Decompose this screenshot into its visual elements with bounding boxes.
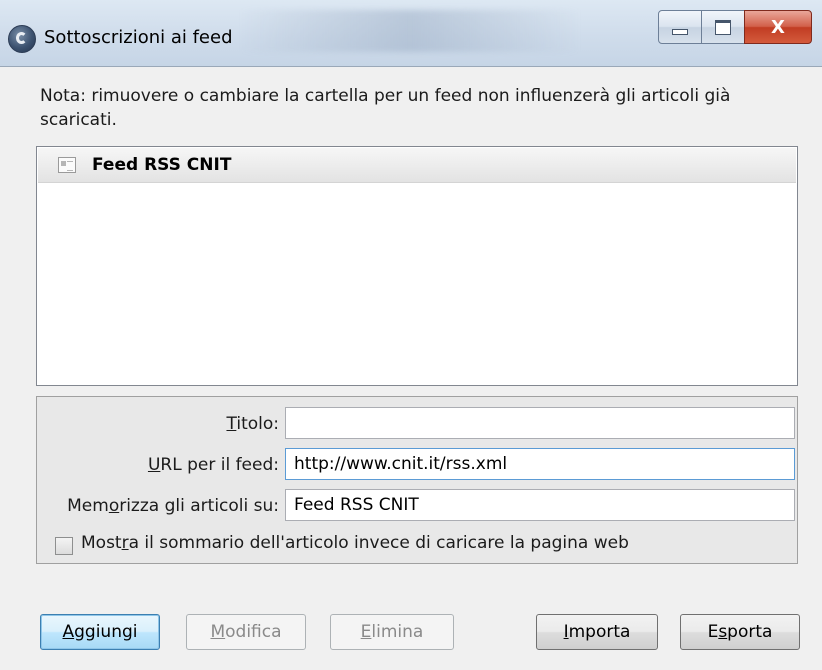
feed-folder-icon — [58, 157, 76, 173]
window-title: Sottoscrizioni ai feed — [44, 27, 233, 48]
feed-details-panel: Titolo: URL per il feed: http://www.cnit… — [36, 396, 798, 564]
title-label: Titolo: — [226, 414, 279, 434]
thunderbird-app-icon — [8, 25, 36, 53]
minimize-button[interactable] — [658, 10, 702, 44]
close-icon: X — [771, 16, 785, 38]
delete-button[interactable]: Elimina — [330, 614, 454, 650]
feed-tree[interactable]: Feed RSS CNIT — [36, 146, 798, 386]
background-window-blur — [240, 10, 580, 52]
show-summary-checkbox[interactable] — [55, 537, 73, 555]
import-button[interactable]: Importa — [536, 614, 658, 650]
store-in-label: Memorizza gli articoli su: — [67, 496, 279, 516]
title-field[interactable] — [285, 407, 795, 439]
close-button[interactable]: X — [744, 10, 812, 44]
add-button[interactable]: Aggiungi — [40, 614, 160, 650]
title-bar[interactable]: Sottoscrizioni ai feed X — [0, 0, 822, 67]
store-in-field[interactable]: Feed RSS CNIT — [285, 489, 795, 521]
feed-tree-row-label: Feed RSS CNIT — [92, 155, 232, 175]
url-label: URL per il feed: — [147, 455, 279, 475]
maximize-icon — [715, 19, 731, 35]
maximize-button[interactable] — [701, 10, 745, 44]
export-button[interactable]: Es porta — [680, 614, 800, 650]
feed-tree-row[interactable]: Feed RSS CNIT — [38, 148, 796, 183]
edit-button[interactable]: Modifica — [186, 614, 306, 650]
url-field[interactable]: http://www.cnit.it/rss.xml — [285, 448, 795, 480]
window-caption-buttons: X — [658, 10, 812, 46]
info-note: Nota: rimuovere o cambiare la cartella p… — [40, 86, 731, 130]
show-summary-label[interactable]: Mostra il sommario dell'articolo invece … — [81, 533, 629, 553]
minimize-icon — [672, 29, 688, 35]
